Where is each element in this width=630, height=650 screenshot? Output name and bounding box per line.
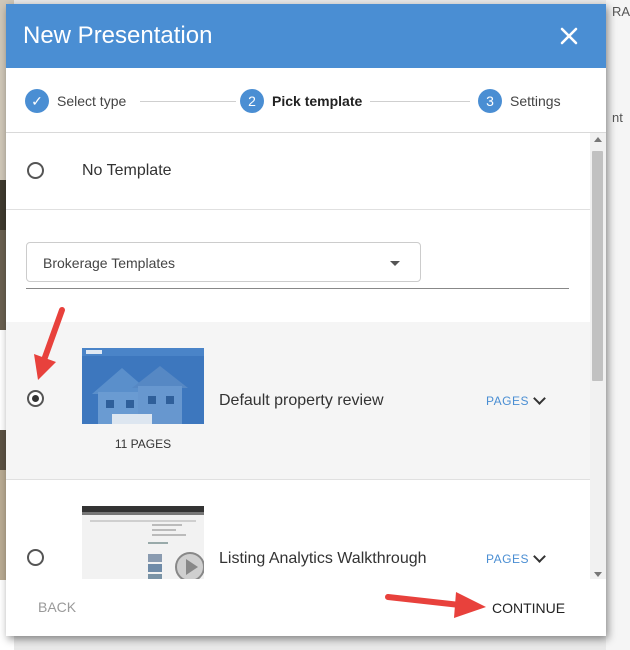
- scroll-up-icon[interactable]: [594, 137, 602, 142]
- background-page-right: RA nt: [606, 0, 630, 650]
- scrollbar-thumb[interactable]: [592, 151, 603, 381]
- scrollbar[interactable]: [590, 133, 606, 579]
- dialog-footer: BACK CONTINUE: [6, 579, 606, 636]
- background-text: nt: [612, 110, 623, 125]
- step-settings[interactable]: 3 Settings: [478, 89, 561, 113]
- caret-down-icon: [390, 261, 400, 266]
- page-count: 11 PAGES: [114, 437, 172, 451]
- step-number: 3: [478, 89, 502, 113]
- template-option[interactable]: Listing Analytics Walkthrough PAGES: [6, 480, 590, 579]
- stepper: ✓ Select type 2 Pick template 3 Settings: [6, 68, 606, 133]
- radio-no-template[interactable]: [27, 162, 44, 179]
- radio-default-property-review[interactable]: [27, 390, 44, 407]
- pages-toggle[interactable]: PAGES: [486, 550, 546, 566]
- template-name: Listing Analytics Walkthrough: [219, 550, 427, 567]
- step-label: Settings: [510, 93, 561, 109]
- template-thumbnail: [82, 506, 204, 579]
- no-template-label: No Template: [82, 162, 172, 179]
- step-connector: [140, 101, 236, 102]
- background-text: RA: [612, 4, 630, 19]
- template-thumbnail: [82, 348, 204, 424]
- template-name: Default property review: [219, 392, 384, 409]
- step-label: Select type: [57, 93, 127, 109]
- step-label: Pick template: [272, 93, 363, 109]
- step-select-type[interactable]: ✓ Select type: [25, 89, 126, 113]
- close-icon[interactable]: [556, 23, 582, 49]
- template-list: No Template Brokerage Templates Default …: [6, 133, 590, 579]
- step-connector: [370, 101, 470, 102]
- chevron-down-icon: [533, 392, 546, 405]
- new-presentation-dialog: New Presentation ✓ Select type 2 Pick te…: [6, 4, 606, 636]
- select-value: Brokerage Templates: [43, 255, 176, 271]
- pages-toggle-label: PAGES: [486, 394, 529, 408]
- dialog-header: New Presentation: [6, 4, 606, 68]
- pages-toggle[interactable]: PAGES: [486, 392, 546, 408]
- back-button[interactable]: BACK: [38, 599, 76, 615]
- divider: [26, 288, 569, 289]
- radio-listing-analytics[interactable]: [27, 549, 44, 566]
- dialog-title: New Presentation: [23, 22, 213, 49]
- no-template-option[interactable]: No Template: [6, 133, 590, 210]
- template-group-select[interactable]: Brokerage Templates: [26, 242, 421, 282]
- step-pick-template[interactable]: 2 Pick template: [240, 89, 362, 113]
- chevron-down-icon: [533, 550, 546, 563]
- scroll-down-icon[interactable]: [594, 572, 602, 577]
- step-number: 2: [240, 89, 264, 113]
- check-icon: ✓: [25, 89, 49, 113]
- continue-button[interactable]: CONTINUE: [492, 600, 565, 616]
- template-option[interactable]: Default property review PAGES 11 PAGES: [6, 322, 590, 480]
- pages-toggle-label: PAGES: [486, 552, 529, 566]
